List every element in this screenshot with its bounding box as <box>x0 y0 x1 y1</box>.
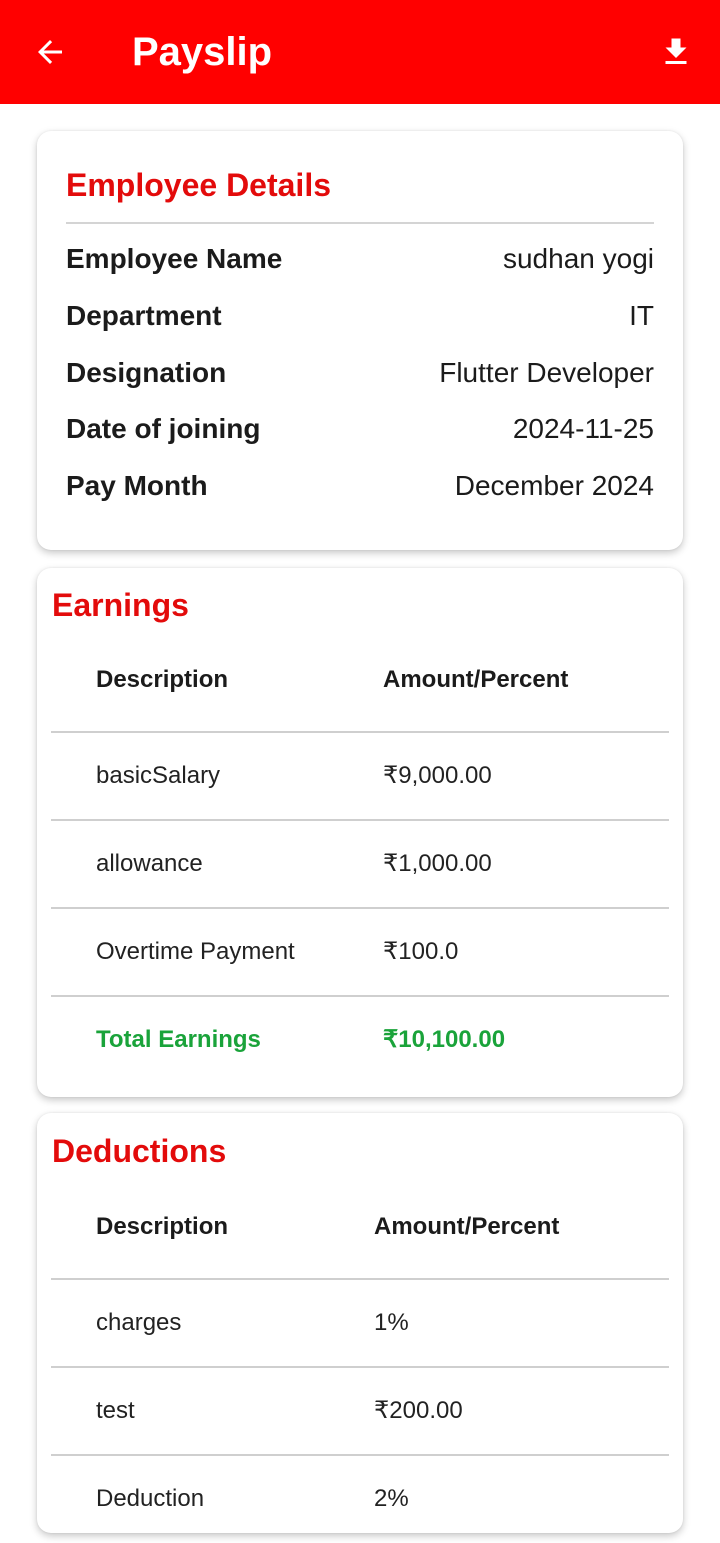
employee-name-value: sudhan yogi <box>502 243 654 274</box>
earning-amount: ₹1,000.00 <box>383 850 492 877</box>
pay-month-value: December 2024 <box>454 470 654 501</box>
pay-month-label: Pay Month <box>66 470 208 501</box>
table-row: basicSalary ₹9,000.00 <box>51 732 669 820</box>
deduction-description: Deduction <box>96 1485 205 1512</box>
table-row: Overtime Payment ₹100.0 <box>51 908 669 996</box>
description-header: Description <box>96 1213 229 1240</box>
app-bar: Payslip <box>0 0 720 104</box>
deductions-title: Deductions <box>52 1133 227 1169</box>
arrow-left-icon <box>38 40 62 64</box>
earnings-card: Earnings Description Amount/Percent basi… <box>37 568 683 1097</box>
table-row: charges 1% <box>51 1279 669 1367</box>
earnings-title: Earnings <box>52 587 189 623</box>
employee-name-row: Employee Name sudhan yogi <box>66 239 654 279</box>
department-label: Department <box>66 300 222 331</box>
table-header-row: Description Amount/Percent <box>51 636 669 724</box>
designation-row: Designation Flutter Developer <box>66 353 654 393</box>
total-earnings-row: Total Earnings ₹10,100.00 <box>51 996 669 1084</box>
divider <box>66 222 654 224</box>
earning-amount: ₹100.0 <box>383 938 459 965</box>
earning-description: Overtime Payment <box>96 938 295 965</box>
employee-details-title: Employee Details <box>66 167 331 203</box>
designation-value: Flutter Developer <box>439 357 654 388</box>
date-of-joining-label: Date of joining <box>66 413 261 444</box>
back-button[interactable] <box>28 30 72 74</box>
deduction-description: test <box>96 1397 135 1424</box>
amount-header: Amount/Percent <box>383 666 569 693</box>
employee-name-label: Employee Name <box>66 243 283 274</box>
deductions-card: Deductions Description Amount/Percent ch… <box>37 1113 683 1533</box>
page-title: Payslip <box>132 30 273 74</box>
table-row: Deduction 2% <box>51 1455 669 1543</box>
date-of-joining-value: 2024-11-25 <box>512 413 654 444</box>
description-header: Description <box>96 666 229 693</box>
deduction-amount: 2% <box>374 1485 409 1512</box>
total-earnings-label: Total Earnings <box>96 1026 261 1053</box>
earning-amount: ₹9,000.00 <box>383 762 492 789</box>
department-row: Department IT <box>66 296 654 336</box>
employee-details-card: Employee Details Employee Name sudhan yo… <box>37 131 683 550</box>
download-icon <box>665 38 687 64</box>
total-earnings-amount: ₹10,100.00 <box>383 1026 506 1053</box>
amount-header: Amount/Percent <box>374 1213 560 1240</box>
deduction-amount: ₹200.00 <box>374 1397 463 1424</box>
earning-description: basicSalary <box>96 762 221 789</box>
table-row: allowance ₹1,000.00 <box>51 820 669 908</box>
department-value: IT <box>629 300 654 331</box>
deduction-amount: 1% <box>374 1309 409 1336</box>
download-button[interactable] <box>654 30 698 74</box>
pay-month-row: Pay Month December 2024 <box>66 466 654 506</box>
earning-description: allowance <box>96 850 203 877</box>
designation-label: Designation <box>66 357 227 388</box>
date-of-joining-row: Date of joining 2024-11-25 <box>66 409 654 449</box>
deduction-description: charges <box>96 1309 182 1336</box>
table-row: test ₹200.00 <box>51 1367 669 1455</box>
table-header-row: Description Amount/Percent <box>51 1183 669 1271</box>
